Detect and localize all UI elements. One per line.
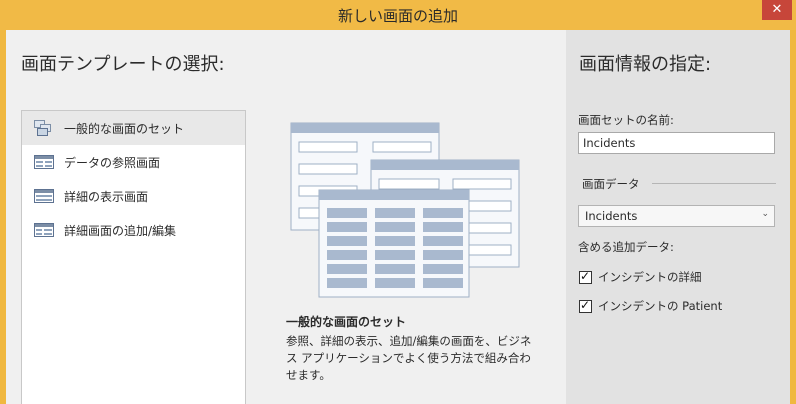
add-edit-screen-icon [34, 223, 54, 237]
additional-data-option[interactable]: インシデントの Patient [579, 298, 722, 314]
screen-data-select[interactable]: Incidents ⌄ [578, 205, 775, 227]
template-label: 詳細の表示画面 [64, 189, 149, 204]
template-list: 一般的な画面のセット データの参照画面 詳細の表示画面 詳細画面の追加/編集 [21, 110, 246, 404]
template-label: 一般的な画面のセット [64, 121, 185, 136]
screen-set-icon [34, 120, 51, 136]
template-item-details[interactable]: 詳細の表示画面 [22, 179, 245, 213]
close-button[interactable]: ✕ [762, 0, 792, 20]
screen-data-label: 画面データ [582, 177, 640, 191]
checkbox[interactable] [579, 298, 592, 313]
checkbox-label: インシデントの Patient [598, 299, 723, 313]
template-description-title: 一般的な画面のセット [286, 315, 407, 329]
section-divider [652, 183, 776, 184]
template-item-browse[interactable]: データの参照画面 [22, 145, 245, 179]
title-bar: 新しい画面の追加 ✕ [0, 0, 796, 30]
additional-data-label: 含める追加データ: [578, 240, 674, 254]
template-preview-illustration [290, 122, 520, 298]
browse-screen-icon [34, 155, 54, 169]
window-title: 新しい画面の追加 [337, 7, 458, 25]
template-heading: 画面テンプレートの選択: [21, 54, 225, 75]
template-description-text: 参照、詳細の表示、追加/編集の画面を、ビジネス アプリケーションでよく使う方法で… [286, 334, 532, 382]
chevron-down-icon: ⌄ [761, 209, 769, 219]
checkbox-label: インシデントの詳細 [598, 270, 702, 284]
details-screen-icon [34, 189, 54, 203]
checkbox[interactable] [579, 269, 592, 284]
screen-info-heading: 画面情報の指定: [579, 54, 712, 75]
screen-set-name-input[interactable]: Incidents [578, 132, 775, 154]
template-pane: 画面テンプレートの選択: 一般的な画面のセット データの参照画面 詳細の表示画面… [6, 30, 566, 404]
template-label: 詳細画面の追加/編集 [64, 223, 177, 238]
additional-data-option[interactable]: インシデントの詳細 [579, 269, 702, 285]
screen-data-selected-value: Incidents [585, 209, 638, 223]
template-item-screen-set[interactable]: 一般的な画面のセット [22, 111, 245, 145]
template-item-add-edit[interactable]: 詳細画面の追加/編集 [22, 213, 245, 247]
screen-set-name-label: 画面セットの名前: [578, 113, 674, 127]
template-label: データの参照画面 [64, 155, 161, 170]
screen-info-pane: 画面情報の指定: 画面セットの名前: Incidents 画面データ Incid… [566, 30, 790, 404]
dialog-body: 画面テンプレートの選択: 一般的な画面のセット データの参照画面 詳細の表示画面… [6, 30, 790, 404]
